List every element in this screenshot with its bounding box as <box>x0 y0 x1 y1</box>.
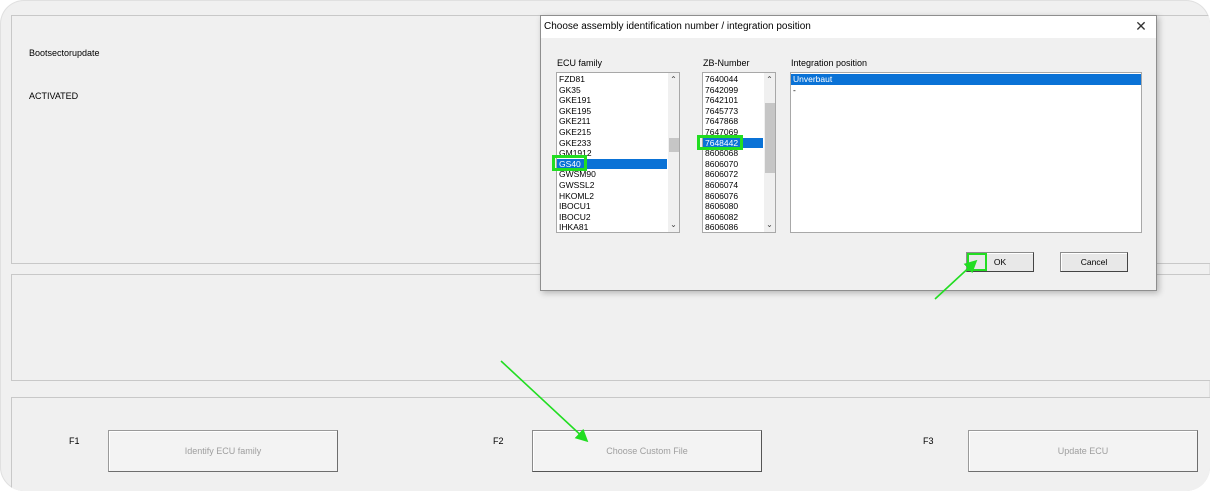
zb-number-item[interactable]: 8606086 <box>703 222 763 232</box>
f2-key-label: F2 <box>493 436 504 446</box>
zb-number-scrollbar[interactable]: ⌃ ⌄ <box>764 73 775 232</box>
integration-position-items: Unverbaut - <box>791 74 1141 95</box>
ecu-family-item[interactable]: GKE211 <box>557 116 667 127</box>
ecu-family-item[interactable]: FZD81 <box>557 74 667 85</box>
dialog-titlebar: Choose assembly identification number / … <box>541 16 1156 38</box>
f1-key-label: F1 <box>69 436 80 446</box>
ecu-family-label: ECU family <box>557 58 603 68</box>
ecu-family-scrollbar[interactable]: ⌃ ⌄ <box>668 73 679 232</box>
highlight-zb-number <box>697 135 743 150</box>
zb-number-list[interactable]: 7640044 7642099 7642101 7645773 7647868 76470… <box>702 72 776 233</box>
zb-number-item[interactable]: 8606080 <box>703 201 763 212</box>
scroll-up-icon[interactable]: ⌃ <box>668 75 679 85</box>
zb-number-item[interactable]: 7640044 <box>703 74 763 85</box>
update-ecu-button[interactable]: Update ECU <box>968 430 1198 472</box>
integration-position-label: Integration position <box>791 58 868 68</box>
ecu-family-list[interactable]: FZD81 GK35 GKE191 GKE195 GKE211 GKE215 GKE233 G… <box>556 72 680 233</box>
scroll-up-icon[interactable]: ⌃ <box>764 75 775 85</box>
ecu-family-item[interactable]: IBOCU1 <box>557 201 667 212</box>
main-window: Bootsectorupdate ACTIVATED F1 Identify E… <box>0 0 1210 491</box>
zb-number-item[interactable]: 8606072 <box>703 169 763 180</box>
ecu-family-item[interactable]: GKE233 <box>557 138 667 149</box>
integration-position-list[interactable]: Unverbaut - <box>790 72 1142 233</box>
ecu-family-items: FZD81 GK35 GKE191 GKE195 GKE211 GKE215 GKE233 G… <box>557 74 667 232</box>
identify-ecu-family-button[interactable]: Identify ECU family <box>108 430 338 472</box>
zb-number-item[interactable]: 8606076 <box>703 191 763 202</box>
integration-position-item[interactable]: Unverbaut <box>791 74 1141 85</box>
cancel-button[interactable]: Cancel <box>1060 252 1128 272</box>
scroll-down-icon[interactable]: ⌄ <box>668 220 679 230</box>
ecu-family-item[interactable]: GK35 <box>557 85 667 96</box>
ecu-family-item[interactable]: GKE215 <box>557 127 667 138</box>
zb-number-item[interactable]: 8606070 <box>703 159 763 170</box>
scroll-thumb[interactable] <box>765 103 775 173</box>
ecu-family-item[interactable]: IBOCU2 <box>557 212 667 223</box>
scroll-down-icon[interactable]: ⌄ <box>764 220 775 230</box>
ecu-family-item[interactable]: GKE195 <box>557 106 667 117</box>
zb-number-item[interactable]: 7642099 <box>703 85 763 96</box>
ecu-family-item[interactable]: GKE191 <box>557 95 667 106</box>
choose-custom-file-button[interactable]: Choose Custom File <box>532 430 762 472</box>
zb-number-item[interactable]: 7642101 <box>703 95 763 106</box>
highlight-ok <box>967 253 987 271</box>
ecu-family-item[interactable]: IHKA81 <box>557 222 667 232</box>
highlight-gs40 <box>552 155 587 171</box>
zb-number-items: 7640044 7642099 7642101 7645773 7647868 76470… <box>703 74 763 232</box>
zb-number-item[interactable]: 7647868 <box>703 116 763 127</box>
ecu-family-item[interactable]: HKOML2 <box>557 191 667 202</box>
integration-position-item[interactable]: - <box>791 85 1141 96</box>
close-icon[interactable]: ✕ <box>1132 17 1150 35</box>
zb-number-item[interactable]: 7645773 <box>703 106 763 117</box>
ecu-family-item[interactable]: GWSSL2 <box>557 180 667 191</box>
status-label: Bootsectorupdate <box>29 48 100 58</box>
dialog-title: Choose assembly identification number / … <box>544 21 811 32</box>
assembly-dialog: Choose assembly identification number / … <box>540 15 1157 291</box>
status-value: ACTIVATED <box>29 91 79 101</box>
scroll-thumb[interactable] <box>669 138 679 152</box>
f3-key-label: F3 <box>923 436 934 446</box>
zb-number-item[interactable]: 8606074 <box>703 180 763 191</box>
zb-number-label: ZB-Number <box>703 58 750 68</box>
zb-number-item[interactable]: 8606082 <box>703 212 763 223</box>
